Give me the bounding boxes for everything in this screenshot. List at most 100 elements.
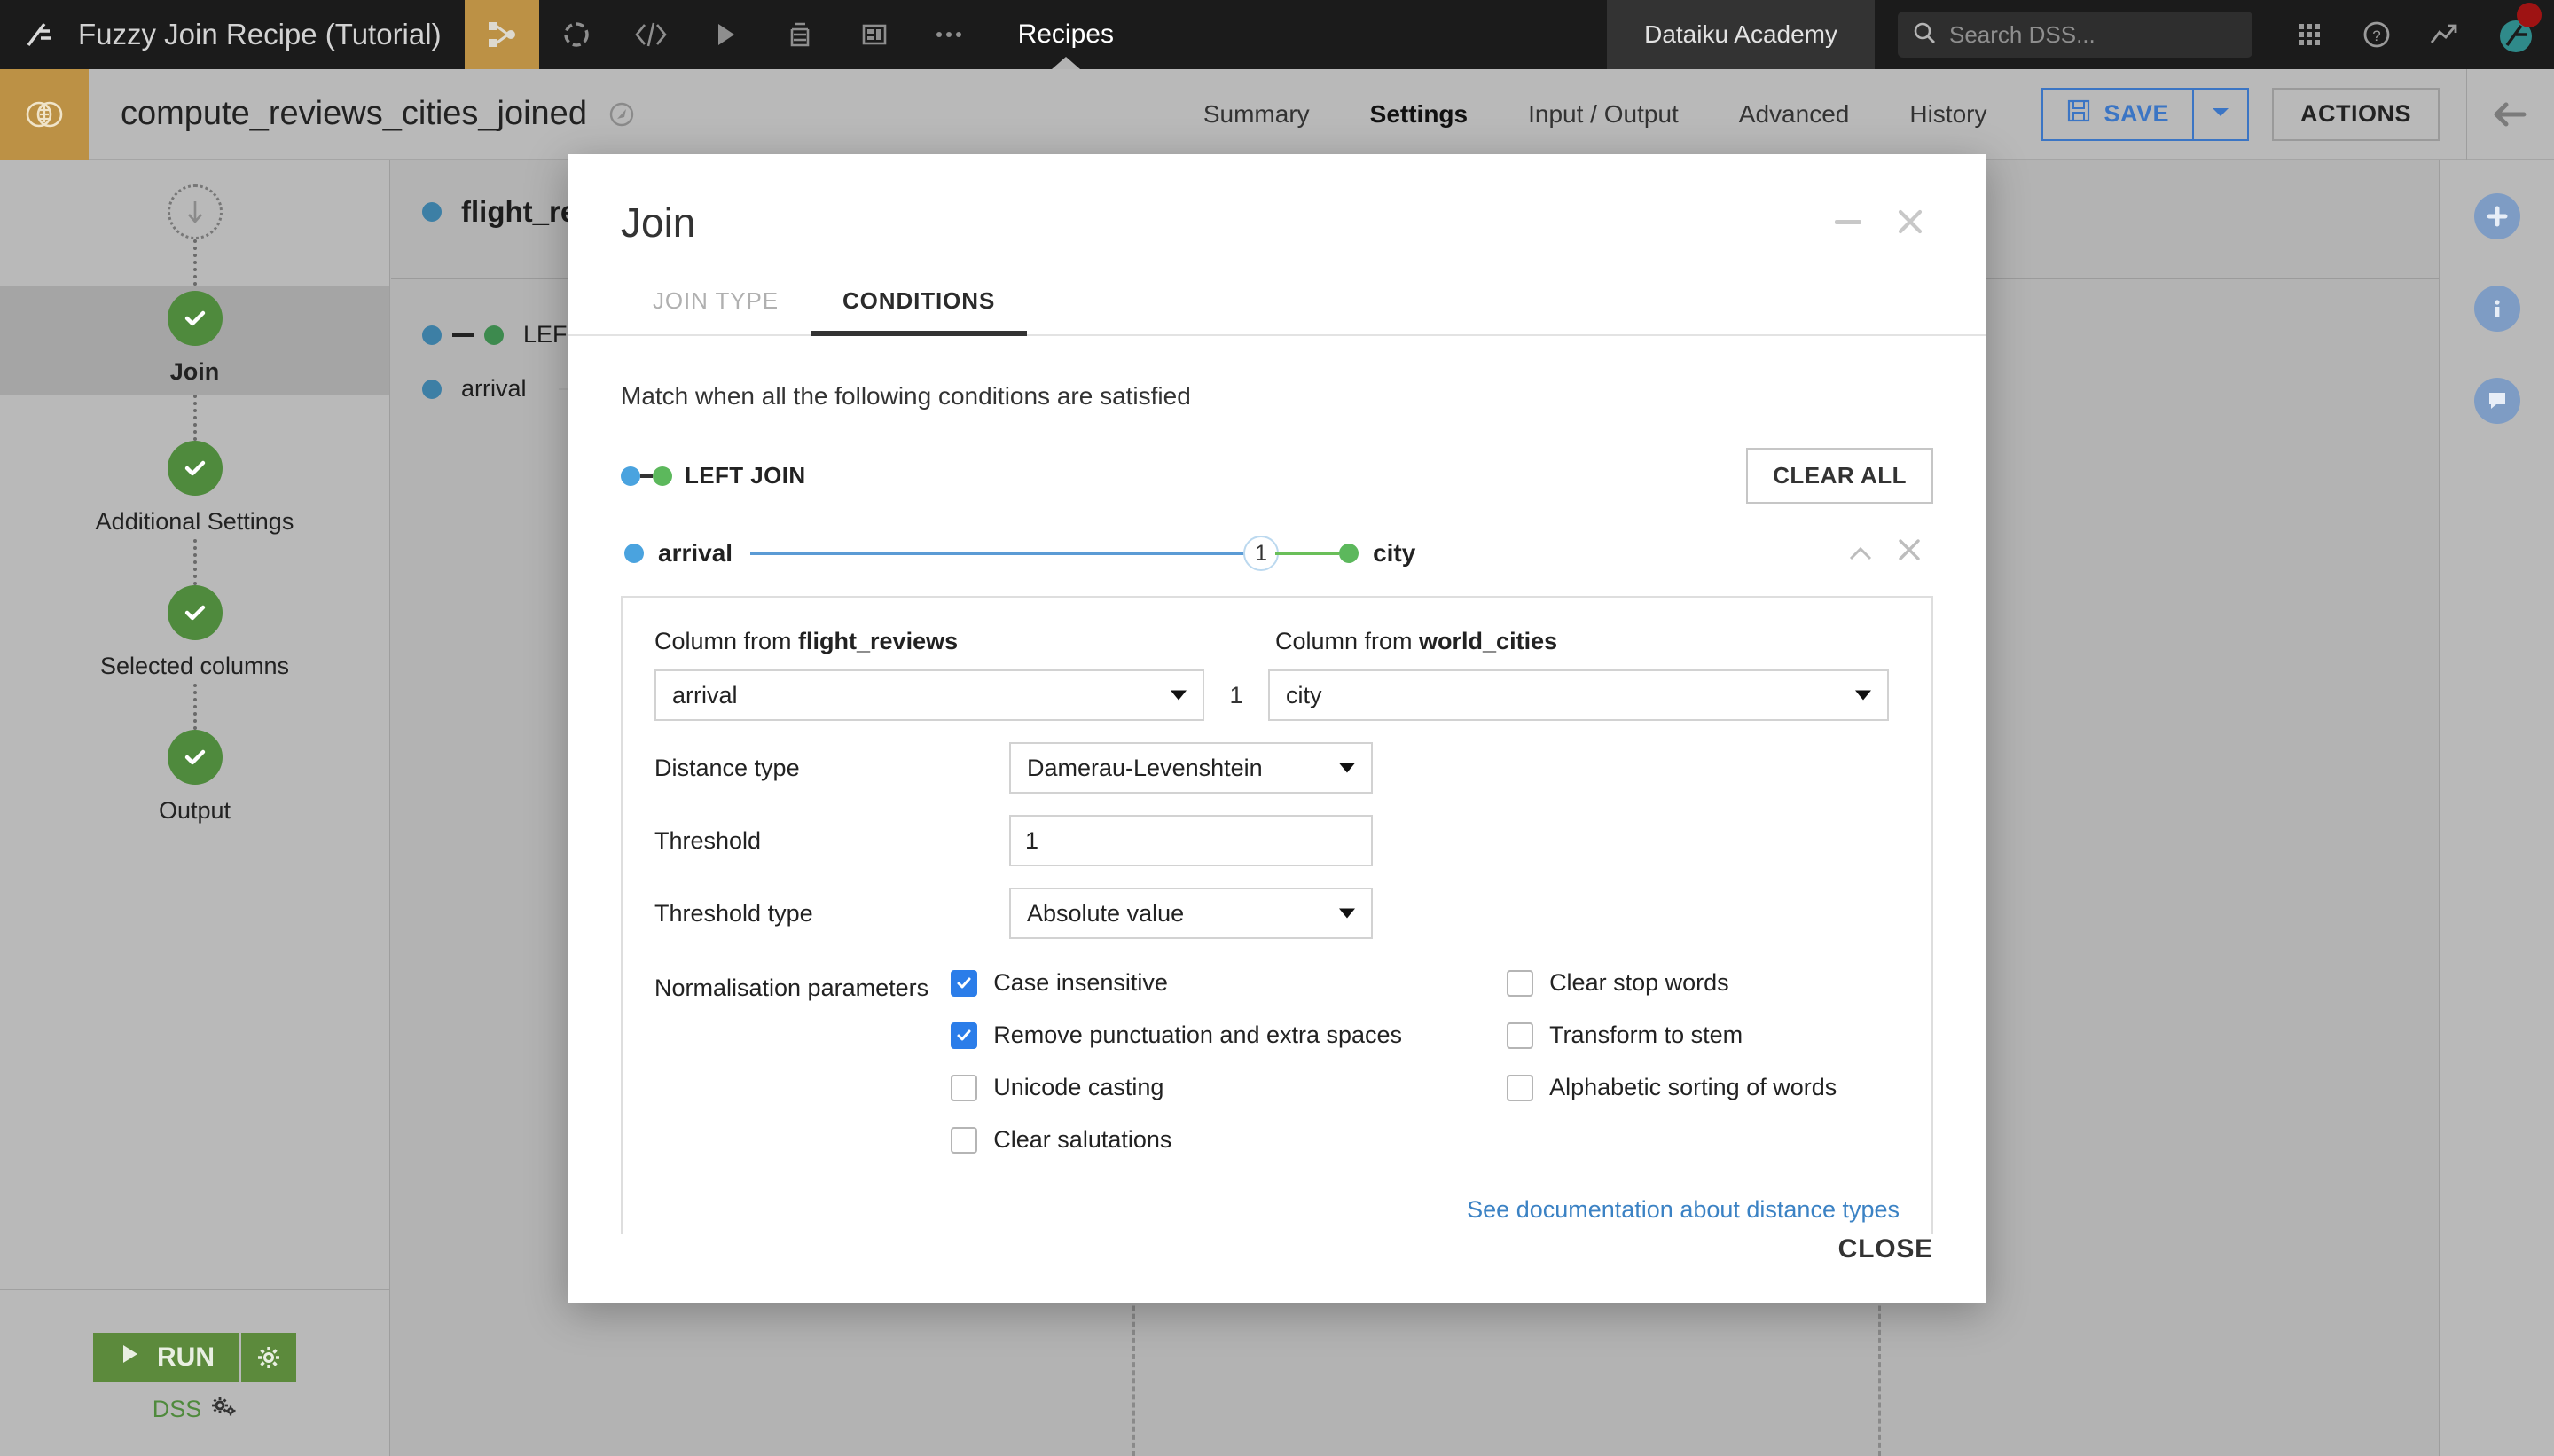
info-icon[interactable] (2473, 286, 2520, 332)
dialog-header: Join (568, 154, 1986, 247)
save-label: SAVE (2104, 100, 2169, 127)
chat-icon[interactable] (2473, 378, 2520, 424)
column-selects-row: arrival 1 city (654, 669, 1900, 721)
academy-link[interactable]: Dataiku Academy (1607, 0, 1875, 69)
run-button[interactable]: RUN (93, 1333, 239, 1382)
run-label: RUN (157, 1342, 215, 1372)
clear-all-button[interactable]: CLEAR ALL (1746, 448, 1933, 504)
step-output: Output (0, 730, 389, 825)
right-column-select[interactable]: city (1268, 669, 1889, 721)
sidebar-item-output[interactable]: Output (0, 730, 389, 828)
join-recipe-icon (0, 68, 89, 160)
share-icon[interactable] (587, 99, 637, 129)
dashboard-icon[interactable] (837, 0, 912, 69)
chevron-down-icon (1855, 690, 1871, 701)
chevron-down-icon (1171, 690, 1187, 701)
left-column-value: arrival (672, 681, 738, 708)
condition-left: arrival (624, 539, 733, 568)
add-icon[interactable] (2473, 193, 2520, 239)
condition-editor-panel: Column from flight_reviews Column from w… (621, 596, 1933, 1234)
checkbox-label: Remove punctuation and extra spaces (993, 1022, 1403, 1048)
search-box[interactable] (1898, 12, 2252, 58)
condition-dot-icon (422, 379, 442, 399)
checkbox-box (951, 969, 978, 997)
left-dataset-name: flight_reviews (798, 628, 959, 654)
close-button[interactable]: CLOSE (1838, 1234, 1933, 1264)
threshold-type-row: Threshold type Absolute value (654, 888, 1900, 939)
back-arrow-icon[interactable] (2467, 99, 2554, 129)
checkbox-transform-to-stem[interactable]: Transform to stem (1507, 1022, 1900, 1049)
checkbox-remove-punctuation[interactable]: Remove punctuation and extra spaces (951, 1022, 1402, 1049)
join-type-badge[interactable]: LEFT JOIN (621, 462, 806, 489)
notification-badge (2517, 3, 2542, 27)
tab-settings[interactable]: Settings (1340, 69, 1498, 160)
left-column-select[interactable]: arrival (654, 669, 1204, 721)
sidebar-item-join[interactable]: Join (0, 286, 389, 395)
tab-advanced[interactable]: Advanced (1709, 69, 1880, 160)
checkbox-alphabetic-sorting[interactable]: Alphabetic sorting of words (1507, 1074, 1900, 1101)
checkbox-unicode-casting[interactable]: Unicode casting (951, 1074, 1402, 1101)
recipes-menu[interactable]: Recipes (986, 0, 1146, 69)
sidebar-item-selected-columns[interactable]: Selected columns (0, 585, 389, 684)
checkbox-clear-stop-words[interactable]: Clear stop words (1507, 969, 1900, 997)
normalisation-checkboxes-right: Clear stop words Transform to stem Alpha… (1507, 969, 1900, 1178)
distance-type-select[interactable]: Damerau-Levenshtein (1009, 742, 1373, 794)
checkbox-case-insensitive[interactable]: Case insensitive (951, 969, 1402, 997)
minimize-icon[interactable] (1825, 199, 1871, 245)
chevron-down-icon (2211, 106, 2230, 122)
play-icon (118, 1342, 141, 1373)
background-condition-label: arrival (461, 375, 527, 402)
checkbox-box (1507, 1074, 1534, 1101)
step-additional-settings: Additional Settings (0, 441, 389, 536)
run-settings-gear-icon[interactable] (239, 1333, 296, 1382)
search-input[interactable] (1949, 20, 2238, 49)
topnav-spacer (1146, 0, 1607, 69)
sidebar-item-additional-settings[interactable]: Additional Settings (0, 441, 389, 539)
checkbox-clear-salutations[interactable]: Clear salutations (951, 1126, 1402, 1154)
threshold-type-select[interactable]: Absolute value (1009, 888, 1373, 939)
tab-summary[interactable]: Summary (1173, 69, 1340, 160)
flow-icon[interactable] (464, 0, 539, 69)
tab-input-output[interactable]: Input / Output (1498, 69, 1709, 160)
apps-grid-icon[interactable] (2276, 0, 2343, 69)
remove-condition-icon[interactable] (1885, 538, 1933, 568)
project-title[interactable]: Fuzzy Join Recipe (Tutorial) (78, 0, 465, 69)
more-ellipsis-icon[interactable] (912, 0, 986, 69)
engine-selector[interactable]: DSS (0, 1395, 389, 1424)
automation-icon[interactable] (763, 0, 837, 69)
join-number-label: 1 (1229, 681, 1243, 708)
chevron-down-icon (1339, 763, 1355, 773)
condition-right-column: city (1373, 539, 1416, 567)
tab-history[interactable]: History (1879, 69, 2017, 160)
tab-join-type[interactable]: JOIN TYPE (621, 278, 811, 334)
recipe-tabs: Summary Settings Input / Output Advanced… (1173, 69, 2017, 160)
code-icon[interactable] (614, 0, 688, 69)
distance-type-value: Damerau-Levenshtein (1027, 754, 1263, 781)
run-button-group: RUN (93, 1333, 296, 1382)
documentation-link[interactable]: See documentation about distance types (1467, 1196, 1900, 1224)
help-icon[interactable]: ? (2343, 0, 2410, 69)
threshold-input[interactable]: 1 (1009, 815, 1373, 866)
save-dropdown-button[interactable] (2194, 87, 2249, 141)
checkbox-label: Clear stop words (1549, 969, 1729, 996)
avatar[interactable] (2478, 0, 2554, 69)
checkbox-label: Transform to stem (1549, 1022, 1743, 1048)
trend-icon[interactable] (2410, 0, 2478, 69)
chevron-up-icon[interactable] (1836, 538, 1885, 568)
checkbox-label: Case insensitive (993, 969, 1168, 996)
save-button[interactable]: SAVE (2041, 87, 2194, 141)
close-icon[interactable] (1887, 199, 1933, 245)
jobs-play-icon[interactable] (688, 0, 763, 69)
recipe-header-bar: compute_reviews_cities_joined Summary Se… (0, 68, 2554, 160)
tab-conditions[interactable]: CONDITIONS (811, 278, 1028, 336)
dataiku-logo-icon[interactable] (0, 0, 78, 69)
dialog-title: Join (621, 200, 696, 246)
dialog-footer: CLOSE (568, 1234, 1986, 1303)
lab-icon[interactable] (539, 0, 614, 69)
left-dot-icon (621, 466, 640, 486)
gears-icon (210, 1395, 237, 1424)
checkbox-box (951, 1126, 978, 1154)
sidebar-footer: RUN DSS (0, 1289, 389, 1456)
actions-button[interactable]: ACTIONS (2272, 87, 2440, 141)
right-action-rail (2439, 160, 2554, 1456)
